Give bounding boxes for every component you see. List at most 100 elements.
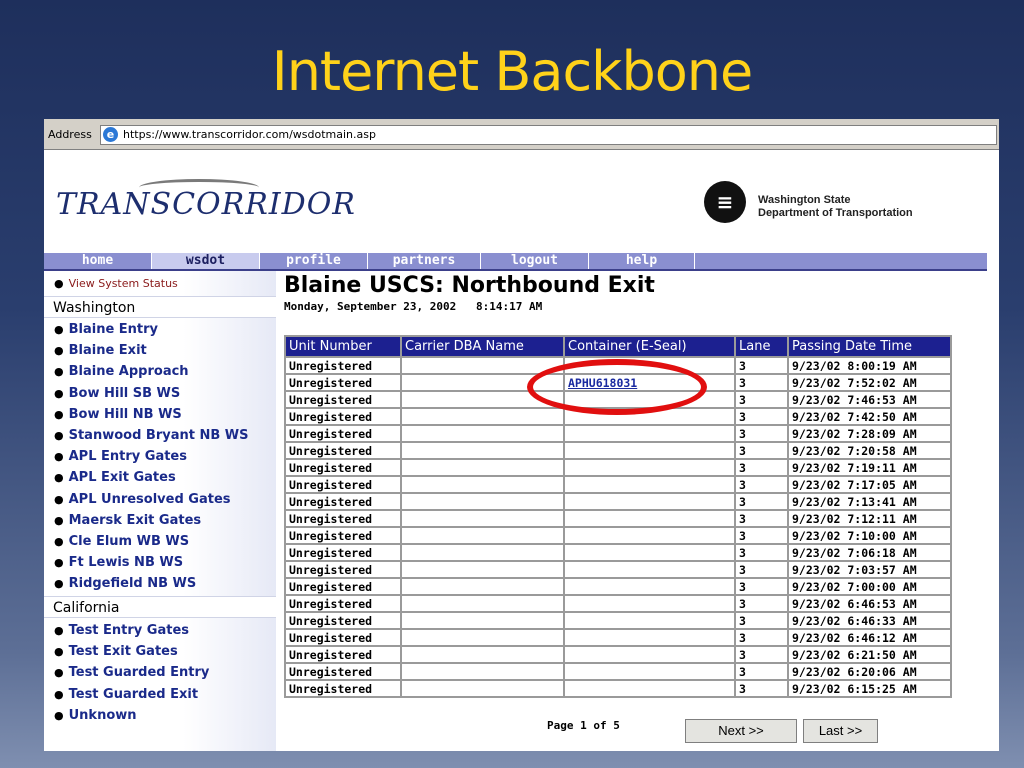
table-cell: 3 bbox=[734, 577, 789, 596]
address-bar: Address e https://www.transcorridor.com/… bbox=[44, 119, 999, 150]
nav-logout[interactable]: logout bbox=[481, 253, 589, 269]
table-cell bbox=[563, 560, 736, 579]
table-cell bbox=[563, 611, 736, 630]
wsdot-name: Washington State Department of Transport… bbox=[758, 194, 913, 220]
column-header: Lane bbox=[734, 335, 789, 358]
table-cell: 9/23/02 7:00:00 AM bbox=[787, 577, 952, 596]
table-cell bbox=[400, 543, 565, 562]
table-cell: 3 bbox=[734, 611, 789, 630]
sidebar-item-apl-exit[interactable]: ● APL Exit Gates bbox=[44, 467, 276, 488]
table-cell: 9/23/02 7:12:11 AM bbox=[787, 509, 952, 528]
next-button[interactable]: Next >> bbox=[685, 719, 797, 743]
column-header: Container (E-Seal) bbox=[563, 335, 736, 358]
table-cell bbox=[563, 679, 736, 698]
bullet-icon: ● bbox=[54, 687, 64, 701]
sidebar-item-maersk-exit[interactable]: ● Maersk Exit Gates bbox=[44, 510, 276, 531]
sidebar-item-ft-lewis[interactable]: ● Ft Lewis NB WS bbox=[44, 552, 276, 573]
sidebar-item-test-entry[interactable]: ● Test Entry Gates bbox=[44, 620, 276, 641]
table-row: Unregistered 3 9/23/02 6:21:50 AM bbox=[284, 645, 952, 664]
sidebar-item-label: Test Entry Gates bbox=[68, 623, 190, 638]
sidebar-item-label: Blaine Entry bbox=[68, 322, 159, 337]
table-cell bbox=[563, 543, 736, 562]
table-cell bbox=[563, 662, 736, 681]
nav-help[interactable]: help bbox=[589, 253, 695, 269]
sidebar-item-label: APL Entry Gates bbox=[68, 449, 187, 465]
table-cell bbox=[563, 458, 736, 477]
table-cell: Unregistered bbox=[284, 560, 402, 579]
table-cell: Unregistered bbox=[284, 662, 402, 681]
table-cell: Unregistered bbox=[284, 458, 402, 477]
column-header: Passing Date Time bbox=[787, 335, 952, 358]
sidebar-item-blaine-entry[interactable]: ● Blaine Entry bbox=[44, 319, 276, 340]
sidebar-item-test-exit[interactable]: ● Test Exit Gates bbox=[44, 641, 276, 662]
sidebar-item-bow-hill-sb[interactable]: ● Bow Hill SB WS bbox=[44, 383, 276, 404]
sidebar-item-blaine-approach[interactable]: ● Blaine Approach bbox=[44, 361, 276, 382]
sidebar-item-stanwood-bryant[interactable]: ● Stanwood Bryant NB WS bbox=[44, 425, 276, 446]
table-row: Unregistered 3 9/23/02 6:15:25 AM bbox=[284, 679, 952, 698]
sidebar-item-blaine-exit[interactable]: ● Blaine Exit bbox=[44, 340, 276, 361]
sidebar: ● View System Status Washington ● Blaine E… bbox=[44, 271, 276, 751]
table-cell: 9/23/02 7:17:05 AM bbox=[787, 475, 952, 494]
sidebar-item-label: APL Exit Gates bbox=[68, 470, 176, 486]
bullet-icon: ● bbox=[54, 666, 64, 680]
table-cell: Unregistered bbox=[284, 407, 402, 426]
nav-wsdot[interactable]: wsdot bbox=[152, 253, 260, 269]
table-cell: Unregistered bbox=[284, 475, 402, 494]
address-input[interactable]: e https://www.transcorridor.com/wsdotmai… bbox=[100, 125, 997, 145]
sidebar-item-label: Test Guarded Entry bbox=[68, 665, 210, 681]
table-row: Unregistered 3 9/23/02 7:06:18 AM bbox=[284, 543, 952, 562]
agency-line-1: Washington State bbox=[758, 194, 851, 206]
bullet-icon: ● bbox=[54, 645, 64, 659]
table-row: Unregistered 3 9/23/02 7:19:11 AM bbox=[284, 458, 952, 477]
view-system-status-link[interactable]: ● View System Status bbox=[54, 277, 178, 290]
bullet-icon: ● bbox=[54, 492, 64, 506]
section-washington: Washington bbox=[44, 296, 276, 318]
table-cell: 3 bbox=[734, 373, 789, 392]
table-cell bbox=[400, 662, 565, 681]
table-cell: Unregistered bbox=[284, 594, 402, 613]
table-cell: 3 bbox=[734, 679, 789, 698]
sidebar-item-label: Stanwood Bryant NB WS bbox=[68, 427, 249, 443]
table-cell bbox=[400, 509, 565, 528]
bullet-icon: ● bbox=[54, 277, 64, 290]
sidebar-item-cle-elum[interactable]: ● Cle Elum WB WS bbox=[44, 531, 276, 552]
california-list: ● Test Entry Gates ● Test Exit Gates ● Test… bbox=[44, 620, 276, 726]
last-button[interactable]: Last >> bbox=[803, 719, 878, 743]
table-cell: 9/23/02 6:21:50 AM bbox=[787, 645, 952, 664]
table-cell bbox=[400, 492, 565, 511]
table-cell bbox=[563, 492, 736, 511]
table-cell: 9/23/02 7:06:18 AM bbox=[787, 543, 952, 562]
bullet-icon: ● bbox=[54, 513, 64, 527]
table-row: Unregistered 3 9/23/02 7:00:00 AM bbox=[284, 577, 952, 596]
table-cell bbox=[563, 475, 736, 494]
sidebar-item-test-guarded-entry[interactable]: ● Test Guarded Entry bbox=[44, 662, 276, 683]
table-row: Unregistered 3 9/23/02 7:28:09 AM bbox=[284, 424, 952, 443]
table-cell: Unregistered bbox=[284, 577, 402, 596]
table-cell: 9/23/02 7:13:41 AM bbox=[787, 492, 952, 511]
table-cell bbox=[563, 628, 736, 647]
bullet-icon: ● bbox=[54, 624, 64, 637]
table-cell: Unregistered bbox=[284, 373, 402, 392]
column-header: Carrier DBA Name bbox=[400, 335, 565, 358]
ie-logo-icon: e bbox=[103, 127, 118, 142]
nav-partners[interactable]: partners bbox=[368, 253, 481, 269]
sidebar-item-bow-hill-nb[interactable]: ● Bow Hill NB WS bbox=[44, 404, 276, 425]
nav-home[interactable]: home bbox=[44, 253, 152, 269]
transcorridor-logo[interactable]: TRANSCORRIDOR bbox=[56, 187, 356, 222]
sidebar-item-apl-unresolved[interactable]: ● APL Unresolved Gates bbox=[44, 489, 276, 510]
sidebar-item-label: APL Unresolved Gates bbox=[68, 491, 231, 507]
nav-profile[interactable]: profile bbox=[260, 253, 368, 269]
table-row: Unregistered 3 9/23/02 7:17:05 AM bbox=[284, 475, 952, 494]
sidebar-item-label: Blaine Approach bbox=[68, 364, 189, 380]
table-row: Unregistered 3 9/23/02 7:10:00 AM bbox=[284, 526, 952, 545]
table-cell: 9/23/02 7:46:53 AM bbox=[787, 390, 952, 409]
table-cell bbox=[563, 441, 736, 460]
table-row: Unregistered 3 9/23/02 7:12:11 AM bbox=[284, 509, 952, 528]
sidebar-item-apl-entry[interactable]: ● APL Entry Gates bbox=[44, 446, 276, 467]
sidebar-item-ridgefield[interactable]: ● Ridgefield NB WS bbox=[44, 573, 276, 594]
wsdot-emblem-icon: ≡ bbox=[704, 181, 746, 223]
top-nav: home wsdot profile partners logout help bbox=[44, 253, 987, 271]
sidebar-item-unknown[interactable]: ● Unknown bbox=[44, 705, 276, 726]
address-url: https://www.transcorridor.com/wsdotmain.… bbox=[123, 128, 376, 141]
sidebar-item-test-guarded-exit[interactable]: ● Test Guarded Exit bbox=[44, 684, 276, 705]
